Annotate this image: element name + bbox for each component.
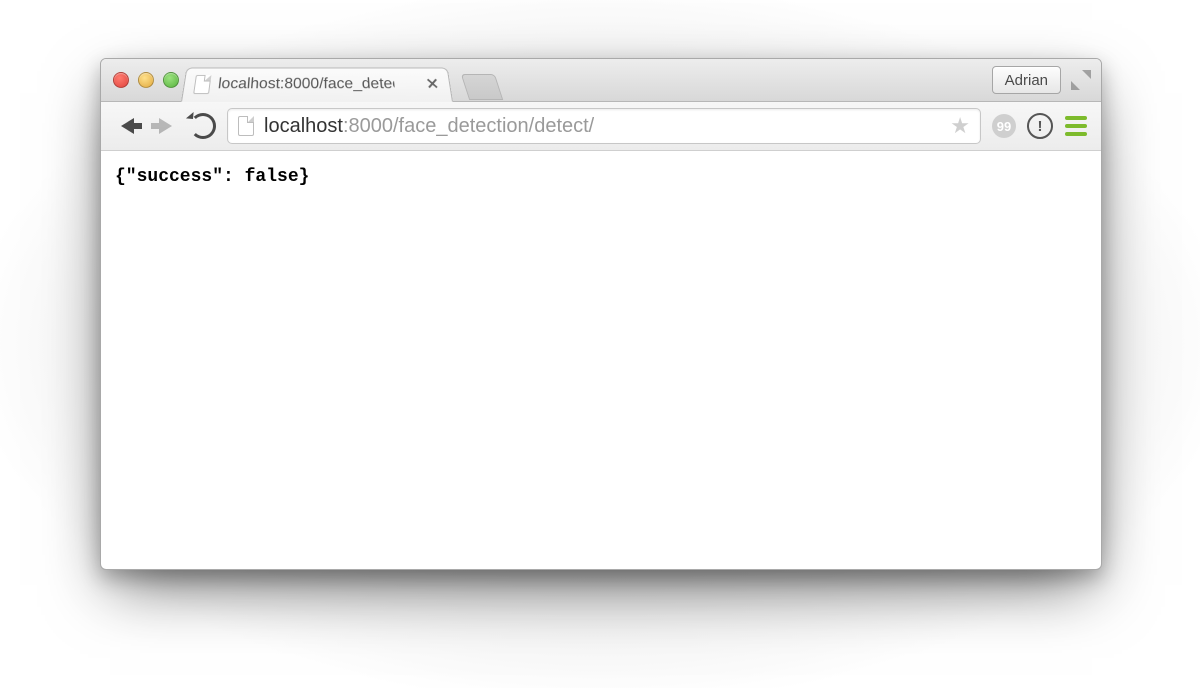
page-content: {"success": false} <box>101 151 1101 203</box>
browser-tab-active[interactable]: localhost:8000/face_detec <box>181 68 453 102</box>
reload-icon <box>190 113 216 139</box>
title-bar-right: Adrian <box>992 66 1091 94</box>
url-path: :8000/face_detection/detect/ <box>343 115 594 137</box>
new-tab-button[interactable] <box>461 74 503 100</box>
window-controls <box>113 72 179 88</box>
browser-window: localhost:8000/face_detec Adrian localho… <box>100 58 1102 570</box>
chrome-menu-button[interactable] <box>1063 113 1089 139</box>
close-tab-icon[interactable] <box>425 77 441 90</box>
desktop-background: localhost:8000/face_detec Adrian localho… <box>0 0 1200 688</box>
response-body: {"success": false} <box>115 167 309 187</box>
profile-name: Adrian <box>1005 72 1048 89</box>
minimize-window-button[interactable] <box>138 72 154 88</box>
close-window-button[interactable] <box>113 72 129 88</box>
file-icon <box>193 75 211 94</box>
address-bar[interactable]: localhost:8000/face_detection/detect/ ★ <box>227 108 981 144</box>
arrow-right-icon <box>159 118 172 134</box>
file-icon <box>238 116 254 136</box>
back-button[interactable] <box>113 112 141 140</box>
tab-strip: localhost:8000/face_detec <box>181 65 499 102</box>
profile-button[interactable]: Adrian <box>992 66 1061 94</box>
tab-title: localhost:8000/face_detec <box>217 76 395 93</box>
adblock-icon: ! <box>1027 113 1053 139</box>
url-text: localhost:8000/face_detection/detect/ <box>264 115 594 138</box>
hangouts-icon: 99 <box>992 114 1016 138</box>
hamburger-icon <box>1065 116 1087 136</box>
adblock-extension-button[interactable]: ! <box>1027 113 1053 139</box>
zoom-window-button[interactable] <box>163 72 179 88</box>
title-bar: localhost:8000/face_detec Adrian <box>101 59 1101 102</box>
navigation-toolbar: localhost:8000/face_detection/detect/ ★ … <box>101 102 1101 151</box>
forward-button[interactable] <box>151 112 179 140</box>
url-host: localhost <box>264 115 343 137</box>
fullscreen-icon[interactable] <box>1071 70 1091 90</box>
reload-button[interactable] <box>189 112 217 140</box>
hangouts-extension-button[interactable]: 99 <box>991 113 1017 139</box>
bookmark-star-icon[interactable]: ★ <box>950 113 970 139</box>
arrow-left-icon <box>121 118 134 134</box>
